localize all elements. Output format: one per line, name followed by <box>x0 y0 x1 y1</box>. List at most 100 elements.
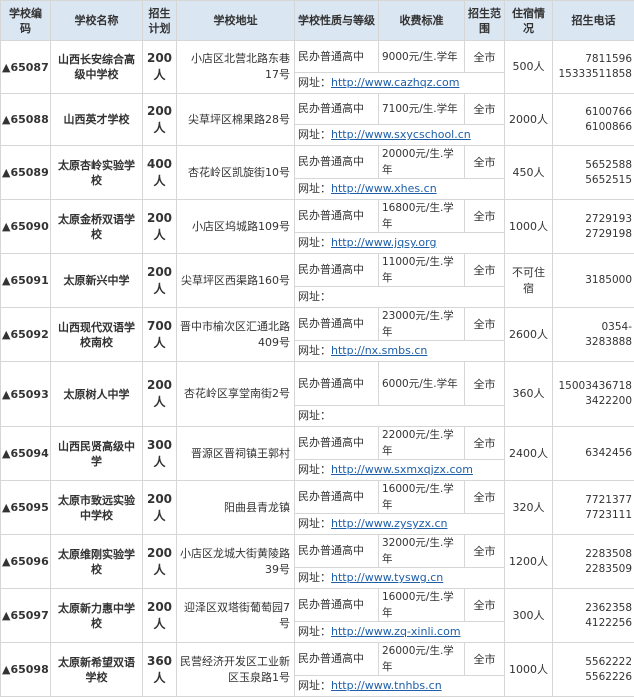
header-board: 住宿情况 <box>505 1 553 41</box>
school-name: 太原维刚实验学校 <box>51 535 143 589</box>
website-link[interactable]: http://www.jqsy.org <box>331 236 436 249</box>
table-row: ▲65093太原树人中学200人杏花岭区享堂南街2号民办普通高中6000元/生.… <box>1 362 634 406</box>
fee-standard: 16800元/生.学年 <box>379 200 465 233</box>
table-row: ▲65097太原新力惠中学校200人迎泽区双塔街葡萄园7号民办普通高中16000… <box>1 589 634 622</box>
boarding-info: 300人 <box>505 589 553 643</box>
boarding-info: 2600人 <box>505 308 553 362</box>
boarding-info: 1000人 <box>505 200 553 254</box>
school-code: ▲65098 <box>1 643 51 697</box>
header-phone: 招生电话 <box>553 1 634 41</box>
fee-standard: 16000元/生.学年 <box>379 481 465 514</box>
school-nature: 民办普通高中 <box>295 589 379 622</box>
enroll-range: 全市 <box>465 362 505 406</box>
website-label: 网址： <box>298 344 331 357</box>
table-header-row: 学校编码 学校名称 招生计划 学校地址 学校性质与等级 收费标准 招生范围 住宿… <box>1 1 634 41</box>
school-address: 尖草坪区西渠路160号 <box>177 254 295 308</box>
school-nature: 民办普通高中 <box>295 308 379 341</box>
boarding-info: 360人 <box>505 362 553 427</box>
table-row: ▲65090太原金桥双语学校200人小店区坞城路109号民办普通高中16800元… <box>1 200 634 233</box>
enroll-plan: 700人 <box>143 308 177 362</box>
table-row: ▲65092山西现代双语学校南校700人晋中市榆次区汇通北路409号民办普通高中… <box>1 308 634 341</box>
school-name: 太原金桥双语学校 <box>51 200 143 254</box>
website-link[interactable]: http://nx.smbs.cn <box>331 344 427 357</box>
school-name: 太原市致远实验中学校 <box>51 481 143 535</box>
enroll-plan: 400人 <box>143 146 177 200</box>
school-name: 太原杏岭实验学校 <box>51 146 143 200</box>
enroll-phone: 7721377 7723111 <box>553 481 634 535</box>
website-link[interactable]: http://www.xhes.cn <box>331 182 437 195</box>
fee-standard: 23000元/生.学年 <box>379 308 465 341</box>
school-nature: 民办普通高中 <box>295 200 379 233</box>
enroll-plan: 200人 <box>143 94 177 146</box>
fee-standard: 26000元/生.学年 <box>379 643 465 676</box>
enroll-range: 全市 <box>465 589 505 622</box>
fee-standard: 20000元/生.学年 <box>379 146 465 179</box>
school-nature: 民办普通高中 <box>295 146 379 179</box>
enroll-phone: 2729193 2729198 <box>553 200 634 254</box>
school-code: ▲65090 <box>1 200 51 254</box>
school-code: ▲65094 <box>1 427 51 481</box>
enroll-range: 全市 <box>465 94 505 125</box>
school-address: 晋中市榆次区汇通北路409号 <box>177 308 295 362</box>
website-label: 网址： <box>298 625 331 638</box>
website-link[interactable]: http://www.tyswg.cn <box>331 571 443 584</box>
school-name: 山西现代双语学校南校 <box>51 308 143 362</box>
enroll-phone: 3185000 <box>553 254 634 308</box>
enroll-phone: 2362358 4122256 <box>553 589 634 643</box>
website-link[interactable]: http://www.sxycschool.cn <box>331 128 471 141</box>
website-cell: 网址： <box>295 287 505 308</box>
enroll-phone: 7811596 15333511858 <box>553 41 634 94</box>
enroll-plan: 360人 <box>143 643 177 697</box>
website-link[interactable]: http://www.zysyzx.cn <box>331 517 448 530</box>
table-row: ▲65089太原杏岭实验学校400人杏花岭区凯旋街10号民办普通高中20000元… <box>1 146 634 179</box>
boarding-info: 不可住宿 <box>505 254 553 308</box>
school-name: 山西民贤高级中学 <box>51 427 143 481</box>
table-row: ▲65098太原新希望双语学校360人民营经济开发区工业新区玉泉路1号民办普通高… <box>1 643 634 676</box>
enroll-phone: 6100766 6100866 <box>553 94 634 146</box>
website-label: 网址： <box>298 571 331 584</box>
website-label: 网址： <box>298 679 331 692</box>
table-row: ▲65088山西英才学校200人尖草坪区棉果路28号民办普通高中7100元/生.… <box>1 94 634 125</box>
website-link[interactable]: http://www.sxmxqjzx.com <box>331 463 473 476</box>
boarding-info: 320人 <box>505 481 553 535</box>
page: { "header": { "code": "学校编码", "name": "学… <box>0 0 634 665</box>
school-nature: 民办普通高中 <box>295 362 379 406</box>
boarding-info: 500人 <box>505 41 553 94</box>
school-nature: 民办普通高中 <box>295 481 379 514</box>
school-nature: 民办普通高中 <box>295 254 379 287</box>
enroll-range: 全市 <box>465 481 505 514</box>
school-code: ▲65092 <box>1 308 51 362</box>
fee-standard: 7100元/生.学年 <box>379 94 465 125</box>
school-code: ▲65095 <box>1 481 51 535</box>
table-row: ▲65094山西民贤高级中学300人晋源区晋祠镇王郭村民办普通高中22000元/… <box>1 427 634 460</box>
boarding-info: 450人 <box>505 146 553 200</box>
school-address: 民营经济开发区工业新区玉泉路1号 <box>177 643 295 697</box>
school-address: 阳曲县青龙镇 <box>177 481 295 535</box>
website-cell: 网址：http://www.tnhbs.cn <box>295 676 505 697</box>
school-nature: 民办普通高中 <box>295 94 379 125</box>
school-code: ▲65091 <box>1 254 51 308</box>
school-nature: 民办普通高中 <box>295 427 379 460</box>
school-code: ▲65093 <box>1 362 51 427</box>
enroll-phone: 6342456 <box>553 427 634 481</box>
school-address: 小店区北营北路东巷17号 <box>177 41 295 94</box>
school-code: ▲65087 <box>1 41 51 94</box>
enroll-plan: 200人 <box>143 535 177 589</box>
school-code: ▲65097 <box>1 589 51 643</box>
school-code: ▲65096 <box>1 535 51 589</box>
enroll-phone: 2283508 2283509 <box>553 535 634 589</box>
enroll-range: 全市 <box>465 254 505 287</box>
boarding-info: 2000人 <box>505 94 553 146</box>
boarding-info: 1000人 <box>505 643 553 697</box>
enroll-range: 全市 <box>465 146 505 179</box>
fee-standard: 22000元/生.学年 <box>379 427 465 460</box>
enroll-plan: 200人 <box>143 362 177 427</box>
website-link[interactable]: http://www.tnhbs.cn <box>331 679 442 692</box>
website-link[interactable]: http://www.zq-xinli.com <box>331 625 461 638</box>
website-link[interactable]: http://www.cazhqz.com <box>331 76 459 89</box>
enroll-range: 全市 <box>465 308 505 341</box>
table-row: ▲65095太原市致远实验中学校200人阳曲县青龙镇民办普通高中16000元/生… <box>1 481 634 514</box>
header-code: 学校编码 <box>1 1 51 41</box>
enroll-range: 全市 <box>465 427 505 460</box>
website-label: 网址： <box>298 182 331 195</box>
